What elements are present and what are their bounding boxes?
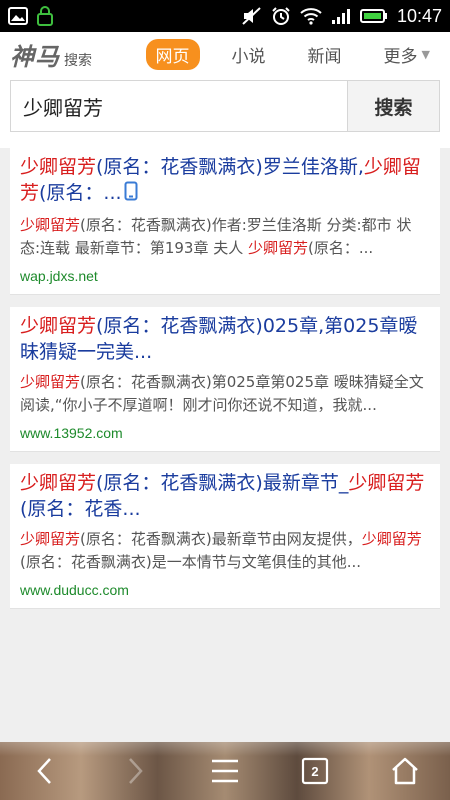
title-highlight: 少卿留芳 [20,156,97,178]
title-highlight: 少卿留芳 [20,315,97,337]
menu-button[interactable] [200,746,250,796]
battery-icon [359,8,388,24]
tab-news[interactable]: 新闻 [298,39,352,70]
result-card[interactable]: 少卿留芳(原名：花香飘满衣)最新章节_少卿留芳(原名：花香... 少卿留芳(原名… [10,464,440,609]
tab-more[interactable]: 更多 ▼ [374,39,440,70]
result-url[interactable]: wap.jdxs.net [20,268,430,284]
search-input[interactable] [11,81,347,131]
snippet-text: (原名：花香飘满衣)最新章节由网友提供， [80,530,362,548]
chevron-right-icon [129,758,143,784]
tab-web[interactable]: 网页 [145,38,200,70]
snippet-text: (原名：... [308,239,374,257]
status-bar: 10:47 [0,0,450,32]
snippet-text: (原名：花香飘满衣)是一本情节与文笔俱佳的其他... [20,553,362,571]
chevron-down-icon: ▼ [421,47,430,61]
home-icon [392,757,418,785]
result-snippet: 少卿留芳(原名：花香飘满衣)最新章节由网友提供，少卿留芳 (原名：花香飘满衣)是一… [20,528,430,574]
result-snippet: 少卿留芳(原名：花香飘满衣)作者:罗兰佳洛斯 分类:都市 状态:连载 最新章节：… [20,214,430,260]
snippet-highlight: 少卿留芳 [20,373,81,391]
status-time: 10:47 [396,5,442,26]
result-url[interactable]: www.13952.com [20,425,430,441]
logo-sub: 搜索 [64,52,92,69]
snippet-highlight: 少卿留芳 [248,239,309,257]
header: 神马 搜索 网页 小说 新闻 更多 ▼ [0,32,450,76]
image-notification-icon [8,7,28,25]
result-title[interactable]: 少卿留芳(原名：花香飘满衣)最新章节_少卿留芳 (原名：花香... [20,470,430,522]
title-text: (原名：花香飘满衣)最新章节_ [96,472,349,494]
wifi-icon [300,7,322,25]
mute-icon [242,7,262,25]
tab-novel[interactable]: 小说 [222,39,276,70]
lock-notification-icon [36,6,54,26]
tabs-button[interactable]: 2 [290,746,340,796]
result-card[interactable]: 少卿留芳(原名：花香飘满衣)025章,第025章暧昧猜疑一完美... 少卿留芳(… [10,307,440,452]
signal-icon [331,7,351,25]
tab-more-label: 更多 [383,46,418,67]
title-text: (原名：... [39,182,122,204]
back-button[interactable] [20,746,70,796]
result-card[interactable]: 少卿留芳(原名：花香飘满衣)罗兰佳洛斯,少卿留芳(原名：... 少卿留芳(原名：… [10,148,440,295]
category-tabs: 网页 小说 新闻 更多 ▼ [145,38,440,70]
logo[interactable]: 神马 搜索 [10,37,92,72]
snippet-text: (原名：花香飘满衣)第025章第025章 暧昧猜疑全文阅读,“你小子不厚道啊！刚… [20,373,424,414]
search-box: 搜索 [10,80,440,132]
snippet-highlight: 少卿留芳 [361,530,422,548]
results-list: 少卿留芳(原名：花香飘满衣)罗兰佳洛斯,少卿留芳(原名：... 少卿留芳(原名：… [0,148,450,609]
title-text: (原名：花香... [20,498,141,520]
title-highlight: 少卿留芳 [348,472,425,494]
snippet-highlight: 少卿留芳 [20,530,81,548]
browser-toolbar: 2 [0,742,450,800]
title-text: (原名：花香飘满衣)罗兰佳洛斯, [96,156,364,178]
home-button[interactable] [380,746,430,796]
search-button[interactable]: 搜索 [347,81,439,131]
result-snippet: 少卿留芳(原名：花香飘满衣)第025章第025章 暧昧猜疑全文阅读,“你小子不厚… [20,371,430,417]
mobile-phone-icon [124,181,138,208]
chevron-left-icon [37,758,51,784]
result-title[interactable]: 少卿留芳(原名：花香飘满衣)025章,第025章暧昧猜疑一完美... [20,313,430,365]
forward-button[interactable] [110,746,160,796]
search-area: 搜索 [0,76,450,148]
logo-main: 神马 [10,41,60,71]
menu-icon [212,759,238,783]
snippet-highlight: 少卿留芳 [20,216,81,234]
alarm-icon [271,6,291,26]
result-url[interactable]: www.duducc.com [20,582,430,598]
result-title[interactable]: 少卿留芳(原名：花香飘满衣)罗兰佳洛斯,少卿留芳(原名：... [20,154,430,208]
tabs-icon [301,757,329,785]
title-highlight: 少卿留芳 [20,472,97,494]
